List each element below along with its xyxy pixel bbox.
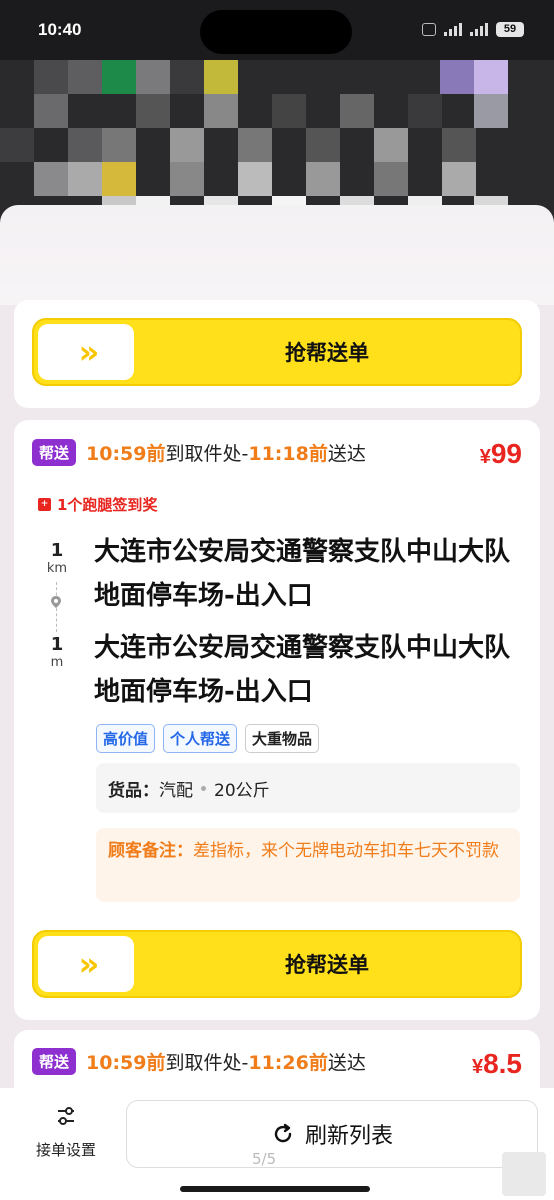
- grab-order-label: 抢帮送单: [285, 341, 369, 365]
- customer-note: 顾客备注：差指标，来个无牌电动车扣车七天不罚款: [96, 828, 520, 902]
- deliver-time: 11:18前: [248, 443, 328, 465]
- order-times: 10:59前到取件处-11:26前送达: [86, 1048, 366, 1075]
- deliver-address: 大连市公安局交通警察支队中山大队地面停车场-出入口: [94, 633, 511, 707]
- order-type-tag: 帮送: [32, 439, 77, 466]
- page-indicator: 5/5: [252, 1150, 277, 1168]
- order-header: 帮送 10:59前到取件处-11:18前送达: [32, 439, 366, 466]
- battery-icon: 59: [496, 22, 524, 37]
- price-value: 8.5: [483, 1048, 522, 1079]
- alarm-icon: [422, 23, 436, 36]
- tag-personal: 个人帮送: [163, 724, 238, 753]
- pickup-time: 10:59前: [86, 443, 166, 465]
- status-icons: 59: [422, 22, 524, 37]
- grab-order-button[interactable]: » 抢帮送单: [32, 930, 522, 998]
- deliver-distance: 1 m: [42, 634, 72, 670]
- double-chevron-icon: »: [38, 936, 134, 992]
- download-overlay-icon: [502, 1152, 546, 1196]
- order-settings-button[interactable]: 接单设置: [24, 1105, 108, 1160]
- signal-icon-2: [470, 23, 488, 36]
- deliver-distance-num: 1: [50, 634, 64, 655]
- refresh-list-button[interactable]: 刷新列表: [126, 1100, 538, 1168]
- home-indicator: [180, 1186, 370, 1192]
- goods-name: 汽配: [159, 780, 193, 801]
- separator-dot: [201, 785, 206, 791]
- deliver-distance-unit: m: [50, 655, 64, 670]
- order-price: ¥8.5: [472, 1048, 522, 1080]
- price-currency: ¥: [471, 1056, 484, 1078]
- pickup-distance-unit: km: [46, 561, 68, 576]
- tag-high-value: 高价值: [96, 724, 156, 753]
- deliver-text: 送达: [327, 1052, 366, 1074]
- goods-label: 货品：: [108, 780, 159, 801]
- grab-order-label: 抢帮送单: [285, 953, 369, 977]
- note-text: 差指标，来个无牌电动车扣车七天不罚款: [193, 841, 499, 861]
- order-price: ¥99: [480, 438, 522, 470]
- order-header: 帮送 10:59前到取件处-11:26前送达: [32, 1048, 366, 1075]
- price-currency: ¥: [479, 446, 491, 468]
- tag-heavy: 大重物品: [245, 724, 320, 753]
- goods-info: 货品： 汽配 20公斤: [96, 763, 520, 813]
- order-tags: 高价值 个人帮送 大重物品: [96, 724, 320, 753]
- price-value: 99: [490, 438, 522, 469]
- sheet-top: [0, 205, 554, 305]
- pickup-distance-num: 1: [50, 540, 64, 561]
- location-pin-icon: [51, 596, 61, 608]
- double-chevron-icon: »: [38, 324, 134, 380]
- refresh-label: 刷新列表: [304, 1124, 393, 1149]
- dynamic-island: [200, 10, 352, 54]
- pickup-time: 10:59前: [86, 1052, 166, 1074]
- pickup-text: 到取件处-: [165, 443, 249, 465]
- grab-order-button[interactable]: » 抢帮送单: [32, 318, 522, 386]
- reward-badge: + 1个跑腿签到奖: [38, 494, 157, 515]
- settings-sliders-icon: [58, 1107, 74, 1125]
- settings-label: 接单设置: [35, 1141, 96, 1159]
- gift-icon: +: [38, 498, 51, 511]
- order-times: 10:59前到取件处-11:18前送达: [86, 439, 366, 466]
- goods-weight: 20公斤: [214, 780, 270, 801]
- pickup-text: 到取件处-: [165, 1052, 249, 1074]
- pickup-address: 大连市公安局交通警察支队中山大队地面停车场-出入口: [94, 537, 511, 611]
- status-time: 10:40: [38, 20, 82, 39]
- order-type-tag: 帮送: [32, 1048, 77, 1075]
- signal-icon: [444, 23, 462, 36]
- reward-text: 1个跑腿签到奖: [57, 496, 158, 514]
- pickup-distance: 1 km: [42, 540, 72, 576]
- note-label: 顾客备注：: [108, 841, 193, 861]
- refresh-icon: [274, 1123, 292, 1143]
- status-bar: 10:40 59: [0, 0, 554, 60]
- deliver-text: 送达: [327, 443, 366, 465]
- deliver-time: 11:26前: [248, 1052, 328, 1074]
